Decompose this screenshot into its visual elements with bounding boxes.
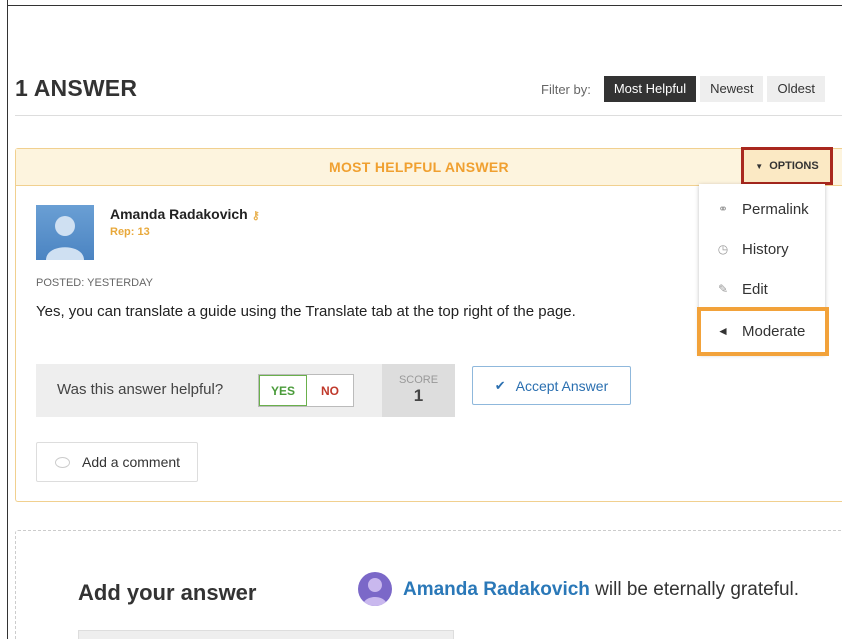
frame-border-top	[7, 5, 842, 6]
accept-answer-button[interactable]: ✔ Accept Answer	[472, 366, 631, 405]
yes-no-toggle: YES NO	[258, 374, 354, 407]
accept-answer-label: Accept Answer	[515, 377, 609, 394]
posted-date: POSTED: YESTERDAY	[36, 277, 153, 289]
menu-item-label: History	[742, 240, 789, 258]
moderate-highlight-box	[697, 307, 829, 356]
filter-newest[interactable]: Newest	[700, 76, 764, 102]
asker-avatar[interactable]	[358, 572, 392, 606]
link-icon: ⚭	[717, 202, 729, 216]
author-rep: Rep: 13	[110, 226, 150, 238]
frame-border-left	[7, 0, 8, 639]
caret-down-icon: ▼	[755, 161, 764, 171]
asker-name-link[interactable]: Amanda Radakovich	[403, 579, 590, 600]
most-helpful-label: MOST HELPFUL ANSWER	[329, 159, 509, 175]
author-name-row: Amanda Radakovich ⚷	[110, 206, 260, 222]
options-button[interactable]: ▼ OPTIONS	[741, 147, 833, 185]
helpful-vote-box: Was this answer helpful? YES NO SCORE 1	[36, 364, 455, 417]
menu-item-label: Permalink	[742, 200, 809, 218]
author-avatar[interactable]	[36, 205, 94, 260]
author-name[interactable]: Amanda Radakovich	[110, 206, 248, 222]
score-box: SCORE 1	[382, 364, 455, 417]
answer-body: Yes, you can translate a guide using the…	[36, 303, 576, 320]
filter-oldest[interactable]: Oldest	[767, 76, 826, 102]
add-comment-button[interactable]: Add a comment	[36, 442, 198, 482]
comment-bubble-icon	[55, 456, 70, 468]
filter-bar: Filter by: Most Helpful Newest Oldest	[541, 76, 826, 102]
add-comment-label: Add a comment	[82, 454, 181, 470]
clock-icon: ◷	[717, 242, 729, 256]
filter-most-helpful[interactable]: Most Helpful	[603, 76, 697, 102]
yes-button[interactable]: YES	[259, 375, 307, 406]
grateful-line: Amanda Radakovich will be eternally grat…	[403, 579, 799, 601]
grateful-text: will be eternally grateful.	[589, 579, 800, 600]
key-icon: ⚷	[251, 210, 260, 222]
score-label: SCORE	[398, 374, 439, 386]
menu-item-history[interactable]: ◷ History	[699, 229, 825, 269]
add-answer-title: Add your answer	[78, 580, 257, 605]
menu-item-edit[interactable]: ✎ Edit	[699, 269, 825, 309]
options-label: OPTIONS	[769, 160, 819, 172]
score-value: 1	[413, 386, 424, 405]
answer-input[interactable]	[78, 630, 454, 639]
helpful-question: Was this answer helpful?	[57, 381, 224, 398]
menu-item-permalink[interactable]: ⚭ Permalink	[699, 189, 825, 229]
header-divider	[15, 115, 842, 116]
answer-card-header: MOST HELPFUL ANSWER	[16, 149, 842, 186]
filter-label: Filter by:	[541, 81, 591, 97]
no-button[interactable]: NO	[307, 375, 353, 406]
answers-count-title: 1 ANSWER	[15, 75, 138, 101]
menu-item-label: Edit	[742, 280, 768, 298]
pencil-icon: ✎	[717, 282, 729, 296]
checkmark-icon: ✔	[494, 377, 506, 393]
